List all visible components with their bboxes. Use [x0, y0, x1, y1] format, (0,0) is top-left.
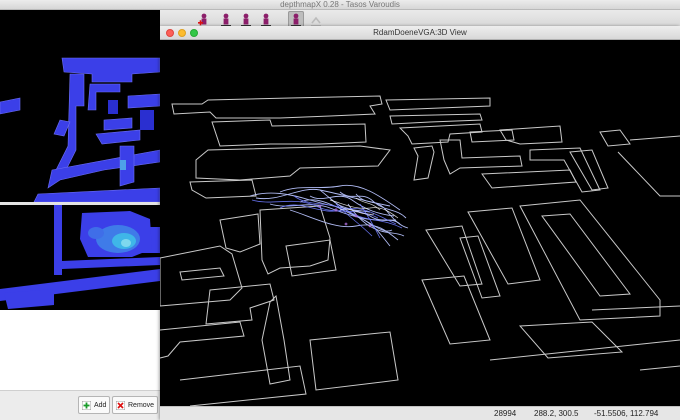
main-window-title: depthmapX 0.28 - Tasos Varoudis: [280, 0, 400, 9]
3d-view-window: RdamDoeneVGA:3D View 28994 288.2, 300.5 …: [159, 26, 680, 420]
bottom-vga-map[interactable]: [0, 205, 160, 310]
status-world-coords: -51.5506, 112.794: [594, 409, 659, 418]
vga-map-graphic: [0, 57, 161, 203]
3d-view-canvas[interactable]: [159, 40, 680, 407]
top-vga-map[interactable]: [0, 10, 161, 203]
status-screen-coords: 288.2, 300.5: [534, 409, 579, 418]
left-panel-button-bar: Add Remove: [0, 390, 160, 420]
status-count: 28994: [494, 409, 517, 418]
left-panel: Add Remove: [0, 10, 161, 420]
left-panel-empty-area: [0, 310, 160, 390]
3d-wireframe-scene: [159, 95, 680, 407]
3d-view-titlebar[interactable]: RdamDoeneVGA:3D View: [160, 26, 680, 40]
add-button[interactable]: Add: [78, 396, 111, 414]
remove-button[interactable]: Remove: [112, 396, 159, 414]
status-bar: 28994 288.2, 300.5 -51.5506, 112.794: [160, 406, 680, 420]
add-icon: [82, 400, 91, 410]
remove-button-label: Remove: [128, 401, 155, 409]
remove-icon: [116, 400, 125, 410]
vga-heatmap-graphic: [0, 205, 160, 309]
add-button-label: Add: [94, 401, 107, 409]
main-window-titlebar[interactable]: depthmapX 0.28 - Tasos Varoudis: [0, 0, 680, 10]
3d-view-title: RdamDoeneVGA:3D View: [373, 28, 467, 37]
